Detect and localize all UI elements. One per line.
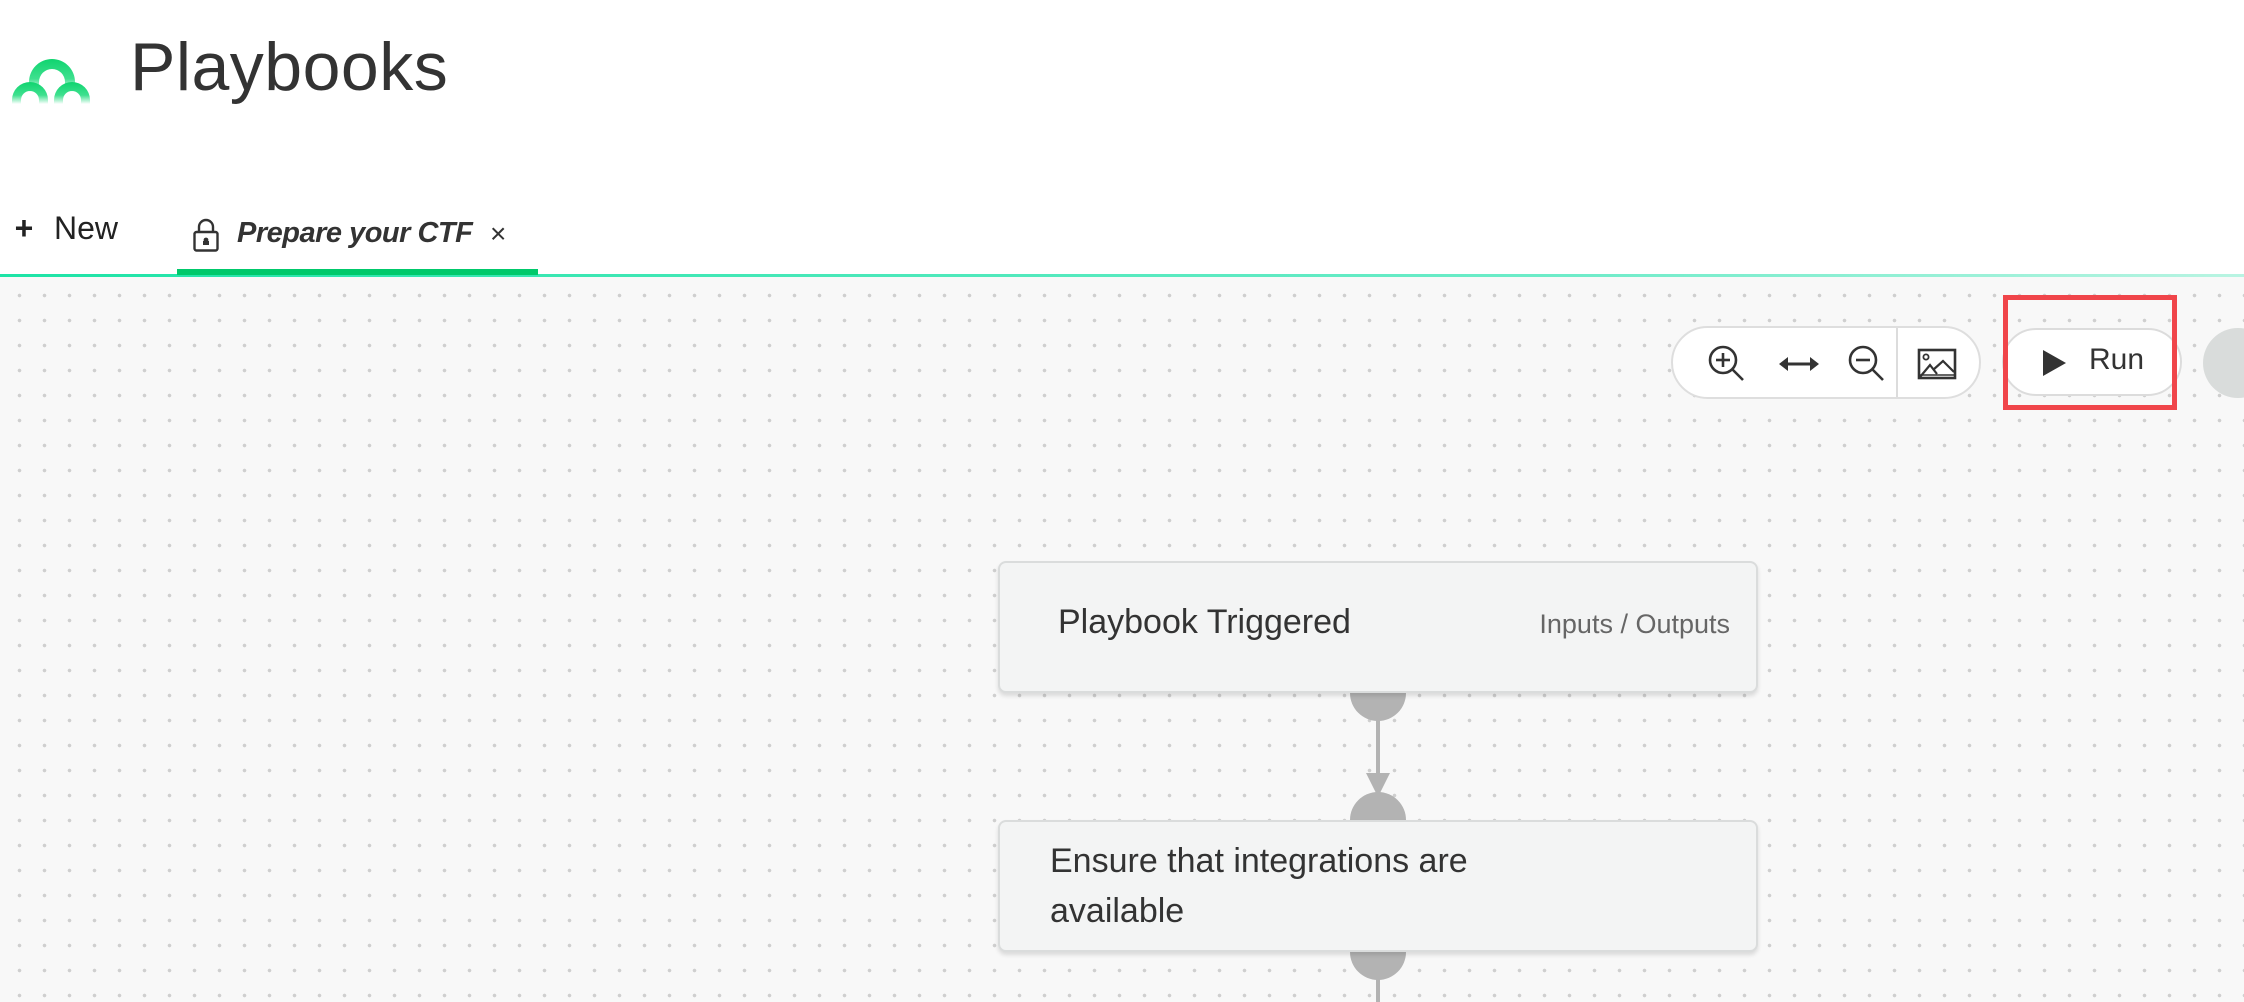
canvas-toolbar [1671, 326, 1981, 399]
toolbar-divider [1896, 328, 1898, 397]
page-title: Playbooks [130, 29, 449, 105]
inputs-outputs-link[interactable]: Inputs / Outputs [1539, 609, 1730, 640]
tab-label: Prepare your CTF [237, 217, 473, 249]
tab-prepare-your-ctf[interactable]: Prepare your CTF × [177, 200, 538, 274]
new-playbook-button[interactable]: + New [12, 210, 118, 247]
node-title: Playbook Triggered [1058, 603, 1351, 641]
node-title: Ensure that integrations are available [1050, 842, 1468, 930]
app-header: Playbooks [0, 0, 2244, 180]
play-icon [2043, 350, 2066, 376]
plus-icon: + [14, 210, 34, 246]
active-tab-indicator [177, 269, 538, 275]
image-icon[interactable] [1917, 344, 1957, 384]
run-button[interactable]: Run [2002, 328, 2182, 396]
lock-icon [193, 218, 219, 252]
fit-width-icon[interactable] [1779, 344, 1819, 384]
flow-node-ensure-integrations[interactable]: Ensure that integrations are available [998, 820, 1758, 952]
run-label: Run [2089, 343, 2145, 376]
flow-node-playbook-triggered[interactable]: Playbook Triggered Inputs / Outputs [998, 561, 1758, 693]
new-label: New [54, 210, 119, 246]
app-logo-icon [12, 59, 90, 104]
zoom-in-icon[interactable] [1707, 344, 1747, 384]
zoom-out-icon[interactable] [1847, 344, 1887, 384]
close-tab-icon[interactable]: × [490, 218, 506, 250]
